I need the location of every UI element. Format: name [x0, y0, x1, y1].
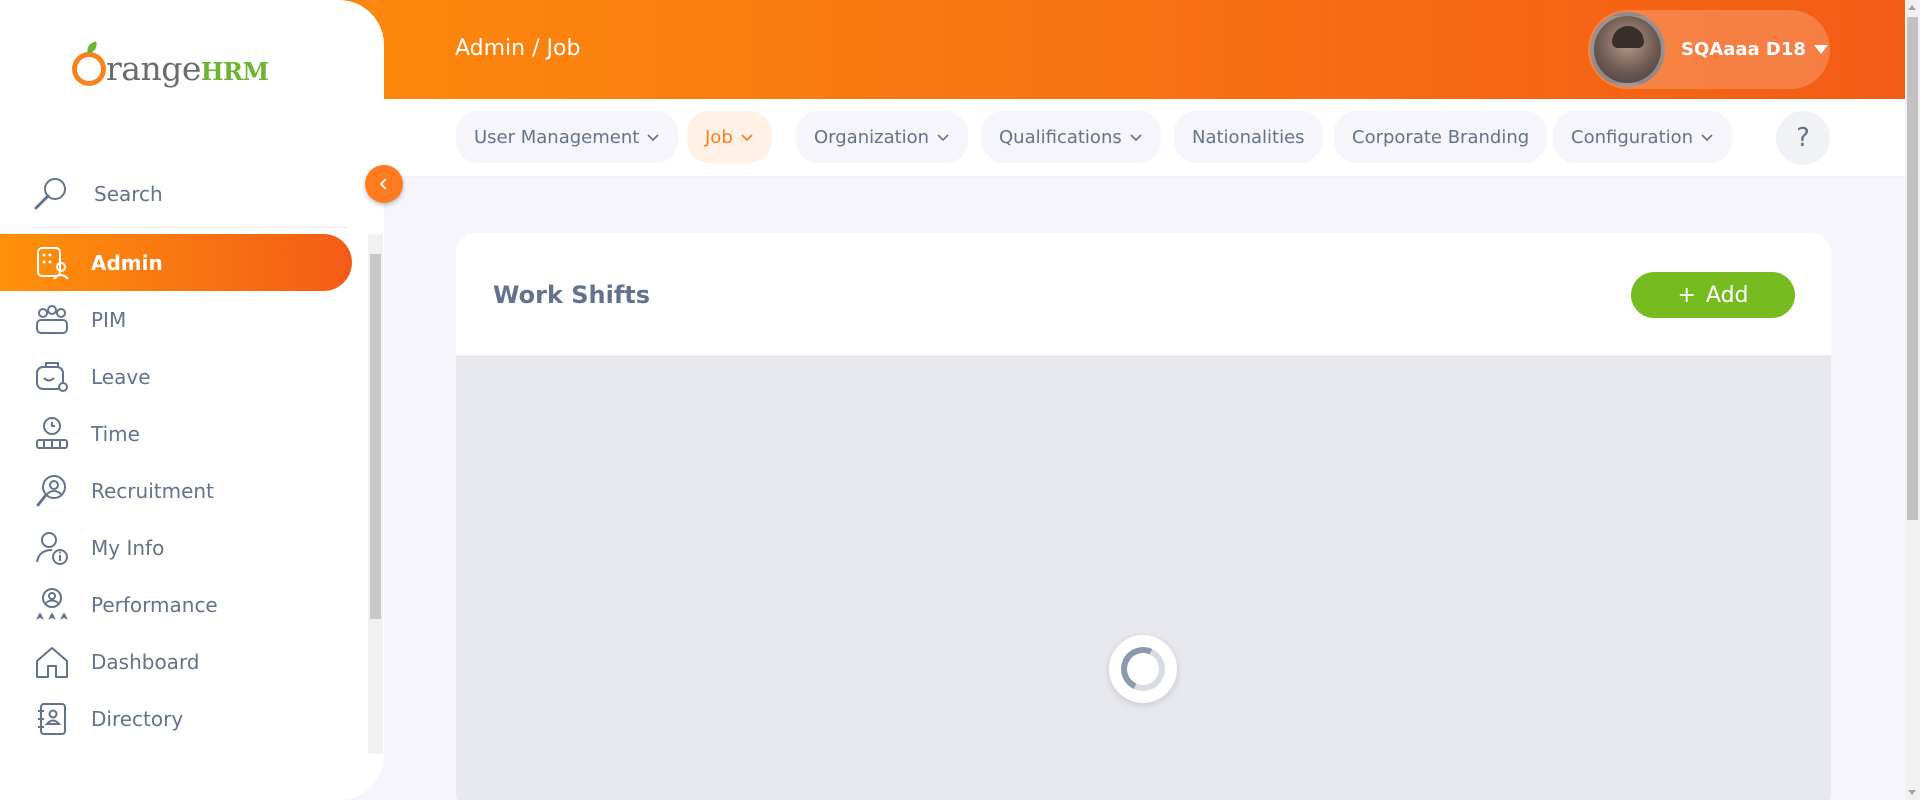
sidebar-item-label: PIM [91, 307, 127, 332]
tab-label: Organization [814, 126, 930, 148]
page-title: Work Shifts [493, 281, 651, 309]
sidebar-item-my-info[interactable]: My Info [0, 519, 370, 576]
loading-spinner-icon [1109, 635, 1177, 703]
sidebar-item-label: Dashboard [91, 649, 200, 674]
sidebar-item-label: Time [91, 421, 140, 446]
orangehrm-logo[interactable]: range HRM [72, 46, 269, 88]
tab-label: Configuration [1571, 126, 1694, 148]
dashboard-icon [36, 646, 68, 678]
plus-icon: + [1677, 282, 1696, 308]
collapse-sidebar-button[interactable] [365, 165, 403, 203]
sidebar-item-label: My Info [91, 535, 165, 560]
caret-down-icon [1813, 45, 1828, 54]
chevron-down-icon [1701, 134, 1713, 142]
tab-user-management[interactable]: User Management [456, 111, 679, 163]
logo-text: range [106, 49, 201, 88]
recruitment-icon [36, 474, 66, 506]
sidebar-item-label: Recruitment [91, 478, 214, 503]
sidebar-search[interactable]: Search [32, 160, 348, 228]
sidebar-item-label: Admin [91, 250, 163, 275]
sidebar-item-label: Directory [91, 706, 184, 731]
tab-configuration[interactable]: Configuration [1553, 111, 1733, 163]
time-icon [36, 416, 68, 449]
sidebar-item-time[interactable]: Time [0, 405, 370, 462]
scrollbar-thumb[interactable] [1907, 17, 1918, 520]
sidebar-item-admin[interactable]: Admin [0, 234, 352, 291]
admin-subnav: User Management Job Organization Qualifi… [384, 99, 1905, 176]
sidebar-item-label: Performance [91, 592, 218, 617]
sidebar-scrollbar[interactable] [368, 234, 383, 754]
logo-suffix: HRM [200, 57, 269, 86]
scroll-down-icon[interactable] [1908, 790, 1916, 795]
chevron-down-icon [1130, 134, 1142, 142]
leave-icon [36, 361, 68, 392]
chevron-left-icon [379, 178, 387, 190]
search-input[interactable]: Search [94, 182, 163, 206]
loading-overlay [456, 355, 1831, 800]
my-info-icon [36, 531, 68, 565]
tab-organization[interactable]: Organization [796, 111, 969, 163]
avatar [1590, 12, 1665, 87]
tab-label: Corporate Branding [1352, 126, 1530, 148]
directory-icon [38, 702, 66, 735]
search-icon [34, 177, 66, 209]
sidebar-item-recruitment[interactable]: Recruitment [0, 462, 370, 519]
chevron-down-icon [741, 134, 753, 142]
tab-nationalities[interactable]: Nationalities [1174, 111, 1323, 163]
sidebar-item-leave[interactable]: Leave [0, 348, 370, 405]
work-shifts-card: Work Shifts + Add [456, 233, 1831, 800]
tab-label: Job [705, 126, 733, 148]
orange-logo-icon [72, 52, 106, 86]
tab-label: Qualifications [999, 126, 1122, 148]
sidebar-item-directory[interactable]: Directory [0, 690, 370, 747]
scroll-up-icon[interactable] [1908, 5, 1916, 10]
pim-icon [36, 304, 68, 334]
add-button-label: Add [1705, 282, 1749, 308]
help-button[interactable]: ? [1776, 111, 1830, 165]
user-name: SQAaaa D18 [1681, 39, 1806, 60]
sidebar-item-dashboard[interactable]: Dashboard [0, 633, 370, 690]
tab-corporate-branding[interactable]: Corporate Branding [1334, 111, 1548, 163]
tab-job[interactable]: Job [687, 111, 772, 163]
sidebar-item-performance[interactable]: Performance [0, 576, 370, 633]
sidebar-item-pim[interactable]: PIM [0, 291, 370, 348]
add-button[interactable]: + Add [1631, 272, 1795, 318]
tab-label: User Management [474, 126, 640, 148]
admin-icon [37, 246, 69, 280]
chevron-down-icon [937, 134, 949, 142]
sidebar-menu: Admin PIM Leave Time Recruitment My Info… [0, 234, 370, 747]
tab-qualifications[interactable]: Qualifications [981, 111, 1161, 163]
tab-label: Nationalities [1192, 126, 1305, 148]
chevron-down-icon [647, 134, 659, 142]
breadcrumb: Admin / Job [455, 36, 581, 61]
performance-icon [36, 587, 68, 620]
user-dropdown[interactable]: SQAaaa D18 [1588, 10, 1830, 89]
sidebar-item-label: Leave [91, 364, 151, 389]
page-scrollbar[interactable] [1905, 0, 1920, 800]
sidebar: range HRM Search Admin PIM Leave Time Re… [0, 0, 384, 800]
